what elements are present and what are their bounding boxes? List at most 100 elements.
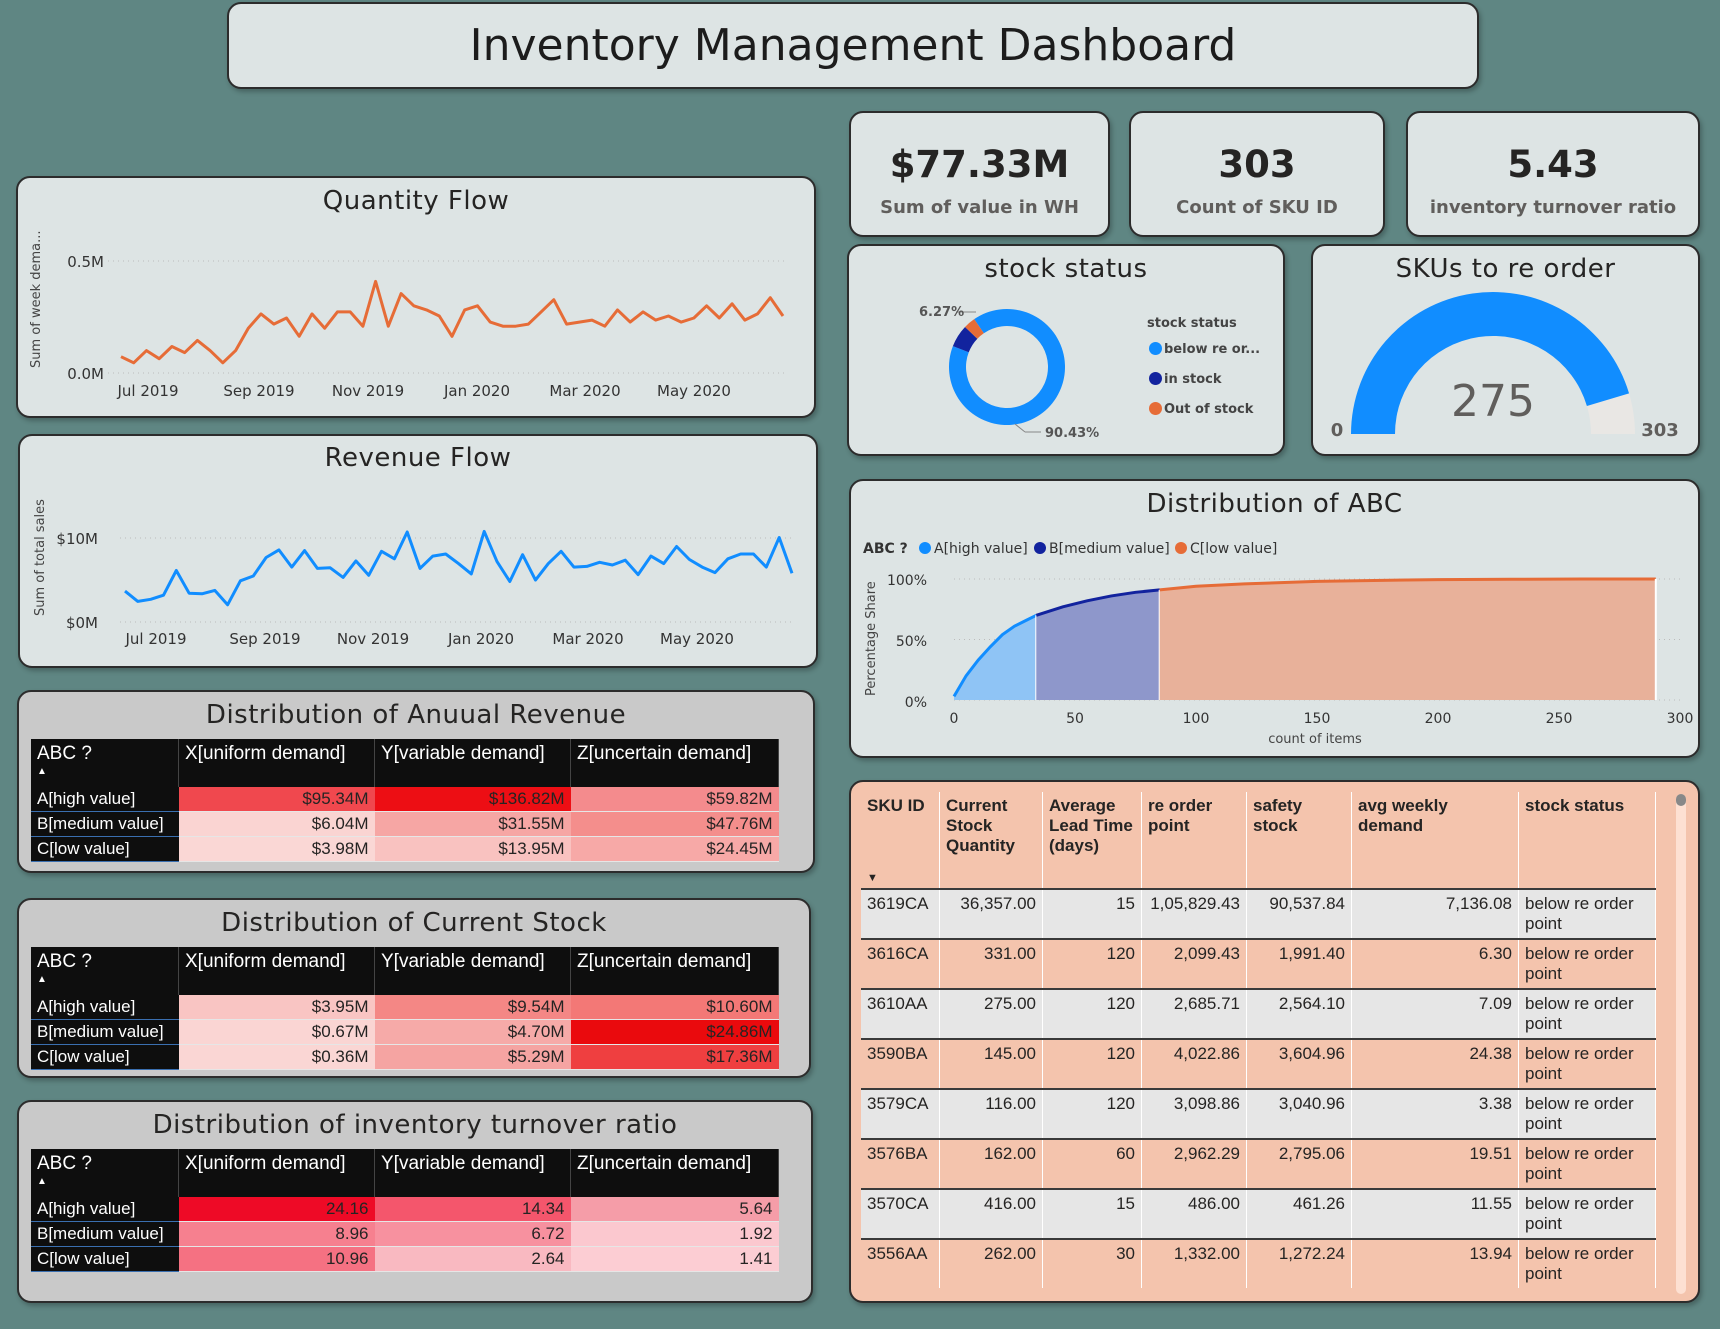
sort-down-icon[interactable]: ▼ xyxy=(867,872,878,884)
matrix-column-header[interactable]: X[uniform demand] xyxy=(178,739,375,787)
abc-pareto-chart[interactable]: ABC ? A[high value] B[medium value] C[lo… xyxy=(851,481,1698,756)
scrollbar-thumb[interactable] xyxy=(1676,794,1686,806)
current-stock-matrix-card[interactable]: Distribution of Current Stock ABC ? ▲ X[u… xyxy=(17,898,811,1078)
matrix-column-header[interactable]: Z[uncertain demand] xyxy=(570,947,779,995)
matrix-cell[interactable]: 2.64 xyxy=(374,1246,571,1272)
legend-item[interactable]: Out of stock xyxy=(1149,402,1253,417)
matrix-cell[interactable]: $3.98M xyxy=(178,836,375,862)
matrix-row-header[interactable]: C[low value] xyxy=(31,836,179,862)
matrix-column-header[interactable]: Z[uncertain demand] xyxy=(570,739,779,787)
table-row[interactable]: 3610AA 275.00 120 2,685.71 2,564.10 7.09 below… xyxy=(861,988,1656,1039)
matrix-row-header[interactable]: A[high value] xyxy=(31,787,179,812)
skus-reorder-gauge-card[interactable]: SKUs to re order 275 0 303 xyxy=(1311,244,1700,456)
matrix-cell[interactable]: 24.16 xyxy=(178,1197,375,1222)
matrix-cell[interactable]: 1.92 xyxy=(570,1221,779,1247)
matrix-cell[interactable]: $5.29M xyxy=(374,1044,571,1070)
kpi-card-sku-count[interactable]: 303 Count of SKU ID xyxy=(1129,111,1385,237)
table-row[interactable]: 3619CA 36,357.00 15 1,05,829.43 90,537.84 7,1… xyxy=(861,888,1656,939)
matrix-row-header[interactable]: A[high value] xyxy=(31,1197,179,1222)
table-row[interactable]: 3590BA 145.00 120 4,022.86 3,604.96 24.38 belo… xyxy=(861,1038,1656,1089)
column-header[interactable]: re order point xyxy=(1141,792,1247,889)
matrix-row[interactable]: C[low value] $0.36M $5.29M $17.36M xyxy=(31,1044,779,1070)
matrix-row[interactable]: C[low value] 10.96 2.64 1.41 xyxy=(31,1246,779,1272)
matrix-row-header[interactable]: B[medium value] xyxy=(31,1221,179,1247)
sku-table[interactable]: SKU ID ▼ Current Stock Quantity Average L… xyxy=(861,792,1656,1288)
revenue-flow-card[interactable]: Revenue Flow Sum of total sales $10M $0M… xyxy=(18,434,818,668)
matrix-row-header[interactable]: B[medium value] xyxy=(31,1019,179,1045)
matrix-column-header[interactable]: X[uniform demand] xyxy=(178,1149,375,1197)
matrix-cell[interactable]: $47.76M xyxy=(570,811,779,837)
matrix-row[interactable]: B[medium value] $0.67M $4.70M $24.86M xyxy=(31,1019,779,1045)
matrix-cell[interactable]: $136.82M xyxy=(374,787,571,812)
matrix-cell[interactable]: $0.67M xyxy=(178,1019,375,1045)
sort-up-icon[interactable]: ▲ xyxy=(37,767,172,777)
matrix-column-header[interactable]: Y[variable demand] xyxy=(374,947,571,995)
matrix-row[interactable]: B[medium value] $6.04M $31.55M $47.76M xyxy=(31,811,779,837)
matrix-cell[interactable]: 10.96 xyxy=(178,1246,375,1272)
column-header[interactable]: stock status xyxy=(1518,792,1656,889)
matrix-cell[interactable]: 6.72 xyxy=(374,1221,571,1247)
matrix-cell[interactable]: $0.36M xyxy=(178,1044,375,1070)
matrix-cell[interactable]: $24.86M xyxy=(570,1019,779,1045)
abc-distribution-card[interactable]: Distribution of ABC ABC ? A[high value] … xyxy=(849,479,1700,758)
matrix-cell[interactable]: $24.45M xyxy=(570,836,779,862)
quantity-flow-card[interactable]: Quantity Flow Sum of week dema... 0.5M 0… xyxy=(16,176,816,418)
matrix-cell[interactable]: $9.54M xyxy=(374,995,571,1020)
table-scrollbar[interactable] xyxy=(1676,794,1686,1294)
kpi-card-turnover[interactable]: 5.43 inventory turnover ratio xyxy=(1406,111,1700,237)
current-stock-matrix[interactable]: ABC ? ▲ X[uniform demand] Y[variable dema… xyxy=(31,947,779,1070)
legend-item[interactable]: below re or... xyxy=(1149,342,1260,357)
table-row[interactable]: 3579CA 116.00 120 3,098.86 3,040.96 3.38 below… xyxy=(861,1088,1656,1139)
column-header[interactable]: avg weekly demand xyxy=(1351,792,1519,889)
matrix-column-header[interactable]: Y[variable demand] xyxy=(374,739,571,787)
matrix-cell[interactable]: $17.36M xyxy=(570,1044,779,1070)
matrix-row[interactable]: A[high value] $3.95M $9.54M $10.60M xyxy=(31,995,779,1020)
column-header[interactable]: Current Stock Quantity xyxy=(939,792,1043,889)
matrix-cell[interactable]: $59.82M xyxy=(570,787,779,812)
legend-item[interactable]: in stock xyxy=(1149,372,1221,387)
table-row[interactable]: 3576BA 162.00 60 2,962.29 2,795.06 19.51 below… xyxy=(861,1138,1656,1189)
matrix-column-header[interactable]: X[uniform demand] xyxy=(178,947,375,995)
revenue-flow-chart[interactable]: Sum of total sales $10M $0M Jul 2019 Sep… xyxy=(20,436,816,666)
matrix-cell[interactable]: 5.64 xyxy=(570,1197,779,1222)
abc-area-0[interactable] xyxy=(954,615,1037,700)
matrix-cell[interactable]: $3.95M xyxy=(178,995,375,1020)
matrix-cell[interactable]: $10.60M xyxy=(570,995,779,1020)
matrix-cell[interactable]: 1.41 xyxy=(570,1246,779,1272)
annual-revenue-matrix[interactable]: ABC ? ▲ X[uniform demand] Y[variable dema… xyxy=(31,739,779,862)
table-row[interactable]: 3570CA 416.00 15 486.00 461.26 11.55 below re … xyxy=(861,1188,1656,1239)
abc-area-1[interactable] xyxy=(1036,589,1160,700)
column-header[interactable]: safety stock xyxy=(1246,792,1352,889)
sku-table-card[interactable]: SKU ID ▼ Current Stock Quantity Average L… xyxy=(849,780,1700,1303)
matrix-row[interactable]: A[high value] $95.34M $136.82M $59.82M xyxy=(31,787,779,812)
matrix-row-header[interactable]: B[medium value] xyxy=(31,811,179,837)
sort-up-icon[interactable]: ▲ xyxy=(37,1177,172,1187)
matrix-row[interactable]: C[low value] $3.98M $13.95M $24.45M xyxy=(31,836,779,862)
column-header[interactable]: Average Lead Time (days) xyxy=(1042,792,1142,889)
matrix-cell[interactable]: $6.04M xyxy=(178,811,375,837)
matrix-cell[interactable]: $95.34M xyxy=(178,787,375,812)
turnover-matrix-card[interactable]: Distribution of inventory turnover ratio… xyxy=(17,1100,813,1303)
annual-revenue-matrix-card[interactable]: Distribution of Anuual Revenue ABC ? ▲ X[… xyxy=(17,690,815,873)
kpi-card-value[interactable]: $77.33M Sum of value in WH xyxy=(849,111,1110,237)
matrix-corner-header[interactable]: ABC ? ▲ xyxy=(31,1149,179,1197)
stock-status-card[interactable]: stock status 6.27% 90.43% stock status b… xyxy=(847,244,1285,456)
matrix-cell[interactable]: 14.34 xyxy=(374,1197,571,1222)
matrix-corner-header[interactable]: ABC ? ▲ xyxy=(31,739,179,787)
matrix-cell[interactable]: $13.95M xyxy=(374,836,571,862)
matrix-row-header[interactable]: C[low value] xyxy=(31,1246,179,1272)
matrix-cell[interactable]: $31.55M xyxy=(374,811,571,837)
table-row[interactable]: 3556AA 262.00 30 1,332.00 1,272.24 13.94 below… xyxy=(861,1238,1656,1288)
matrix-row-header[interactable]: A[high value] xyxy=(31,995,179,1020)
matrix-column-header[interactable]: Y[variable demand] xyxy=(374,1149,571,1197)
matrix-row[interactable]: B[medium value] 8.96 6.72 1.92 xyxy=(31,1221,779,1247)
matrix-column-header[interactable]: Z[uncertain demand] xyxy=(570,1149,779,1197)
quantity-flow-chart[interactable]: Sum of week dema... 0.5M 0.0M Jul 2019 S… xyxy=(18,178,814,416)
matrix-cell[interactable]: 8.96 xyxy=(178,1221,375,1247)
matrix-corner-header[interactable]: ABC ? ▲ xyxy=(31,947,179,995)
table-row[interactable]: 3616CA 331.00 120 2,099.43 1,991.40 6.30 below… xyxy=(861,938,1656,989)
turnover-matrix[interactable]: ABC ? ▲ X[uniform demand] Y[variable dema… xyxy=(31,1149,779,1272)
sort-up-icon[interactable]: ▲ xyxy=(37,975,172,985)
abc-area-2[interactable] xyxy=(1159,579,1656,700)
reorder-gauge[interactable]: 275 0 303 xyxy=(1313,246,1698,454)
